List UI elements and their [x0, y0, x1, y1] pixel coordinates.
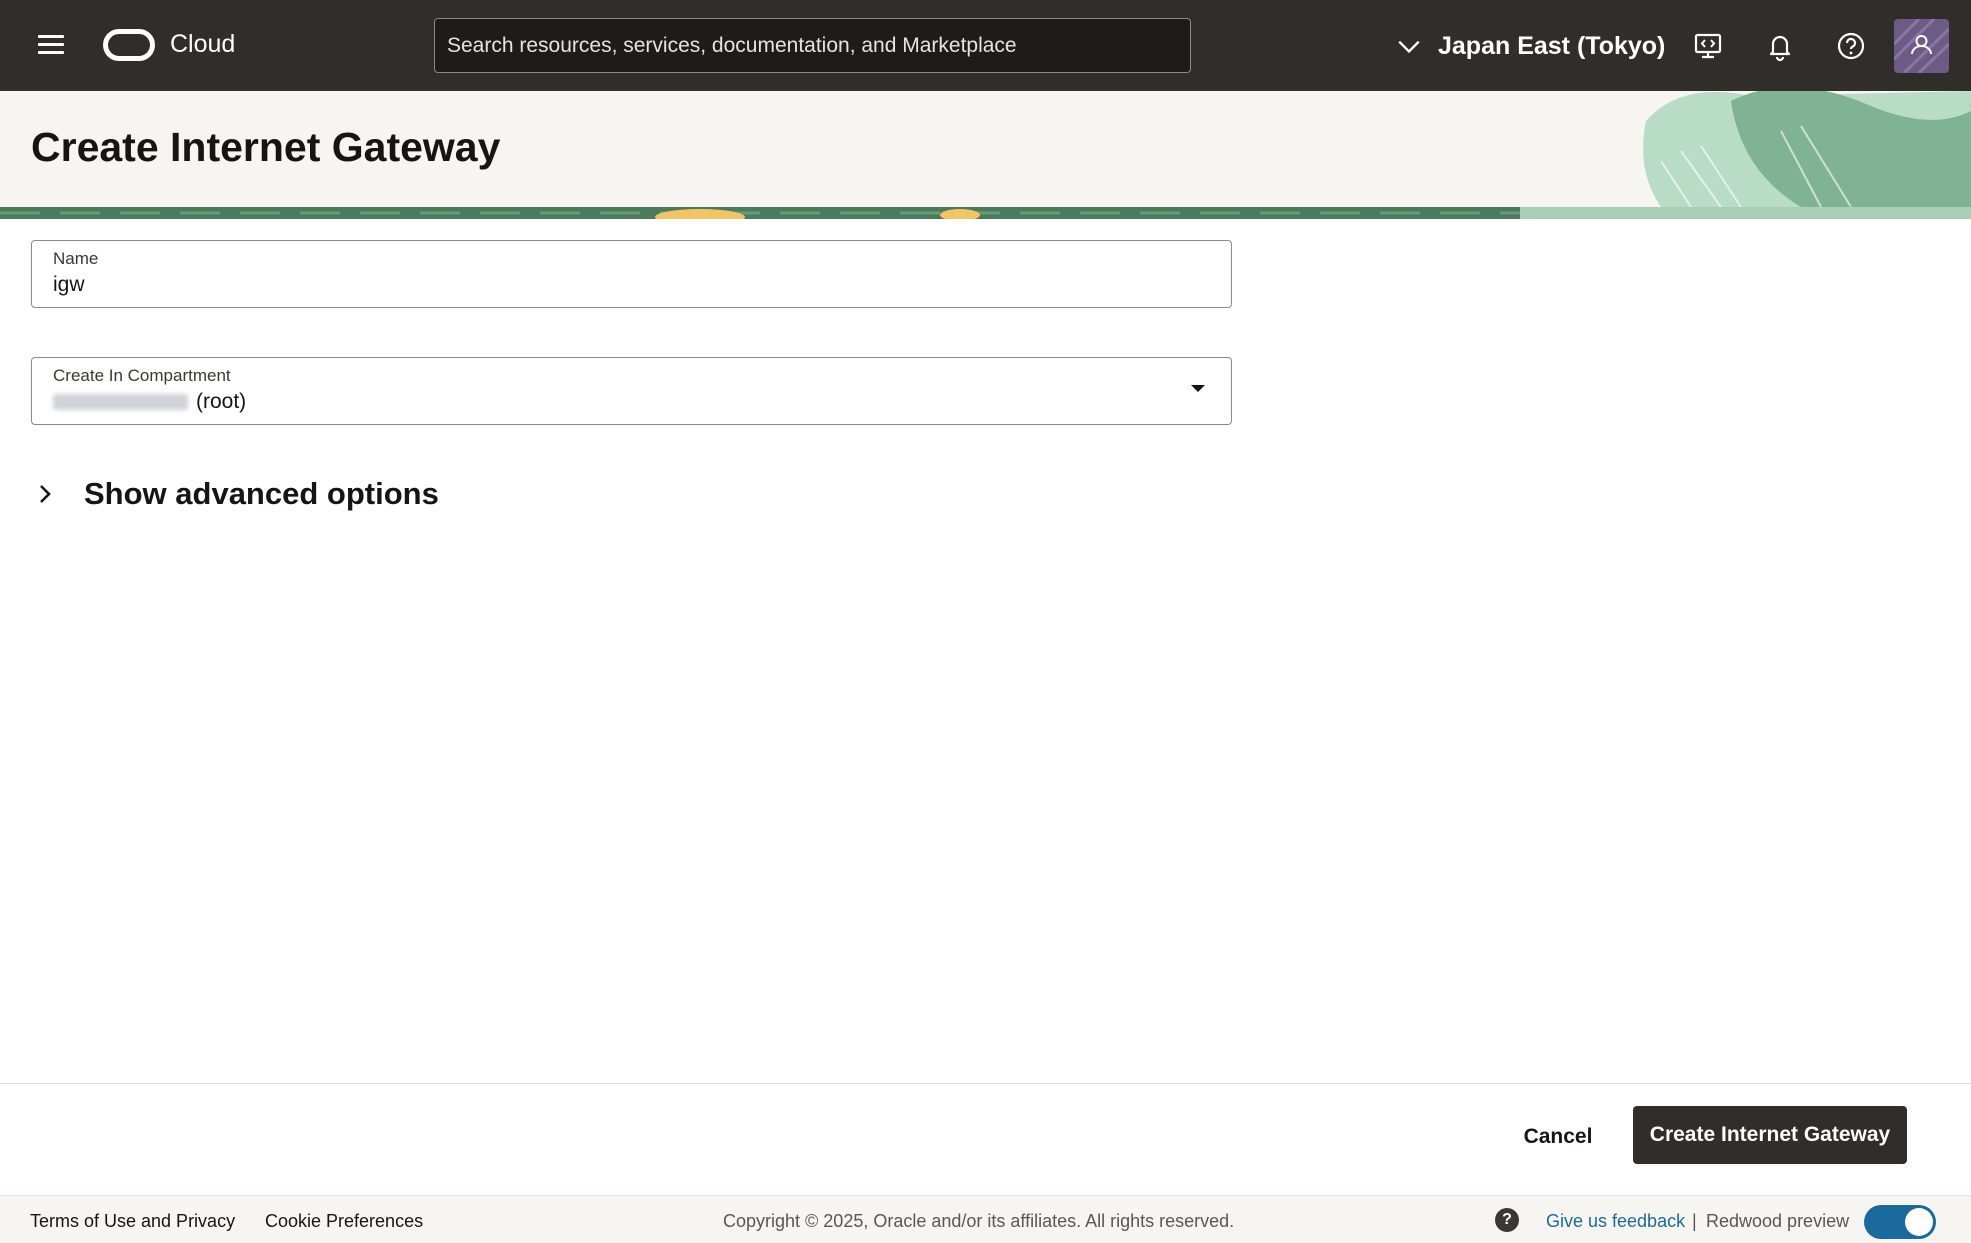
- terms-of-use-link[interactable]: Terms of Use and Privacy: [30, 1211, 235, 1232]
- create-internet-gateway-button[interactable]: Create Internet Gateway: [1633, 1106, 1907, 1164]
- compartment-select[interactable]: Create In Compartment (root): [31, 357, 1232, 425]
- region-label: Japan East (Tokyo): [1438, 31, 1666, 60]
- user-avatar-icon[interactable]: [1894, 19, 1949, 73]
- brand-label[interactable]: Cloud: [170, 30, 235, 59]
- cookie-preferences-link[interactable]: Cookie Preferences: [265, 1211, 423, 1232]
- oracle-logo-icon[interactable]: [103, 29, 155, 61]
- menu-icon[interactable]: [34, 30, 68, 60]
- cancel-button[interactable]: Cancel: [1510, 1108, 1606, 1166]
- chevron-down-icon: [1398, 40, 1420, 54]
- redwood-preview-label: Redwood preview: [1706, 1211, 1850, 1231]
- footer: Terms of Use and Privacy Cookie Preferen…: [0, 1195, 1971, 1243]
- caret-down-icon[interactable]: [1191, 385, 1205, 392]
- toggle-knob: [1905, 1208, 1933, 1236]
- give-feedback-link[interactable]: Give us feedback: [1546, 1211, 1685, 1232]
- compartment-field-value: (root): [53, 390, 246, 414]
- decorative-pattern-strip: [0, 207, 1971, 219]
- footer-separator: |: [1692, 1211, 1697, 1231]
- search-input[interactable]: [434, 18, 1191, 73]
- chevron-right-icon: [40, 485, 51, 503]
- show-advanced-options-label: Show advanced options: [84, 476, 439, 511]
- region-selector[interactable]: Japan East (Tokyo): [1396, 26, 1665, 66]
- redwood-preview-toggle[interactable]: [1864, 1205, 1936, 1239]
- page-title: Create Internet Gateway: [31, 124, 501, 170]
- help-circle-icon[interactable]: ?: [1495, 1208, 1519, 1232]
- top-navigation-bar: Cloud Japan East (Tokyo): [0, 0, 1971, 91]
- show-advanced-options-toggle[interactable]: Show advanced options: [34, 476, 439, 512]
- name-field-label: Name: [53, 249, 99, 268]
- compartment-field-label: Create In Compartment: [53, 366, 231, 385]
- decorative-banner-art: [1643, 91, 1971, 207]
- form-action-bar: Cancel Create Internet Gateway: [0, 1083, 1971, 1195]
- page-header-banner: Create Internet Gateway: [0, 91, 1971, 219]
- copyright-text: Copyright © 2025, Oracle and/or its affi…: [723, 1211, 1235, 1231]
- redacted-tenancy-name: [53, 394, 188, 411]
- name-field[interactable]: Name igw: [31, 240, 1232, 308]
- name-field-value[interactable]: igw: [53, 273, 85, 297]
- developer-tools-icon[interactable]: [1692, 30, 1724, 62]
- help-icon[interactable]: [1835, 30, 1867, 62]
- bell-icon[interactable]: [1764, 30, 1796, 62]
- compartment-root-suffix: (root): [196, 390, 247, 413]
